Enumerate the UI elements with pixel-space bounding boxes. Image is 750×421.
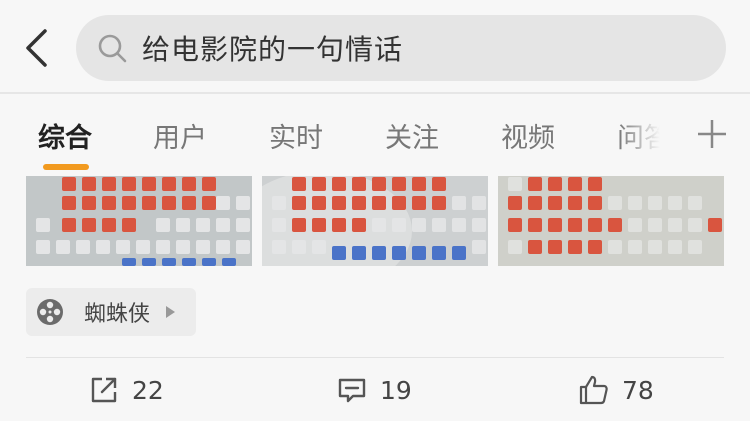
post-image-1[interactable] bbox=[26, 176, 252, 266]
share-icon bbox=[88, 374, 120, 406]
topic-tag-label: 蜘蛛侠 bbox=[84, 302, 151, 327]
thumbs-up-icon bbox=[578, 374, 610, 406]
plus-icon[interactable] bbox=[694, 116, 730, 152]
top-bar: 给电影院的一句情话 bbox=[0, 0, 750, 93]
tab-following[interactable]: 关注 bbox=[385, 116, 439, 155]
comment-count: 19 bbox=[380, 375, 412, 405]
search-query[interactable]: 给电影院的一句情话 bbox=[142, 28, 403, 68]
search-icon bbox=[96, 32, 128, 64]
post-image-3[interactable] bbox=[498, 176, 724, 266]
tab-video[interactable]: 视频 bbox=[501, 116, 555, 155]
like-count: 78 bbox=[622, 375, 654, 405]
search-bar[interactable]: 给电影院的一句情话 bbox=[76, 15, 726, 81]
film-reel-icon bbox=[37, 299, 63, 325]
caret-right-icon bbox=[166, 306, 176, 318]
chevron-left-icon bbox=[26, 29, 47, 67]
share-count: 22 bbox=[132, 375, 164, 405]
like-button[interactable]: 78 bbox=[578, 372, 654, 408]
tab-realtime[interactable]: 实时 bbox=[269, 116, 323, 155]
comment-icon bbox=[336, 374, 368, 406]
back-button[interactable] bbox=[18, 28, 54, 68]
tab-bar: 综合 用户 实时 关注 视频 问答 bbox=[0, 94, 750, 176]
action-divider bbox=[26, 357, 724, 358]
post-image-2[interactable] bbox=[262, 176, 488, 266]
tab-overflow-fade bbox=[618, 94, 678, 176]
share-button[interactable]: 22 bbox=[88, 372, 164, 408]
tab-comprehensive[interactable]: 综合 bbox=[38, 116, 92, 155]
topic-tag[interactable]: 蜘蛛侠 bbox=[26, 288, 196, 336]
active-tab-indicator bbox=[43, 164, 89, 170]
tab-users[interactable]: 用户 bbox=[153, 116, 207, 155]
comment-button[interactable]: 19 bbox=[336, 372, 412, 408]
post-card: 蜘蛛侠 22 19 78 bbox=[0, 176, 750, 421]
